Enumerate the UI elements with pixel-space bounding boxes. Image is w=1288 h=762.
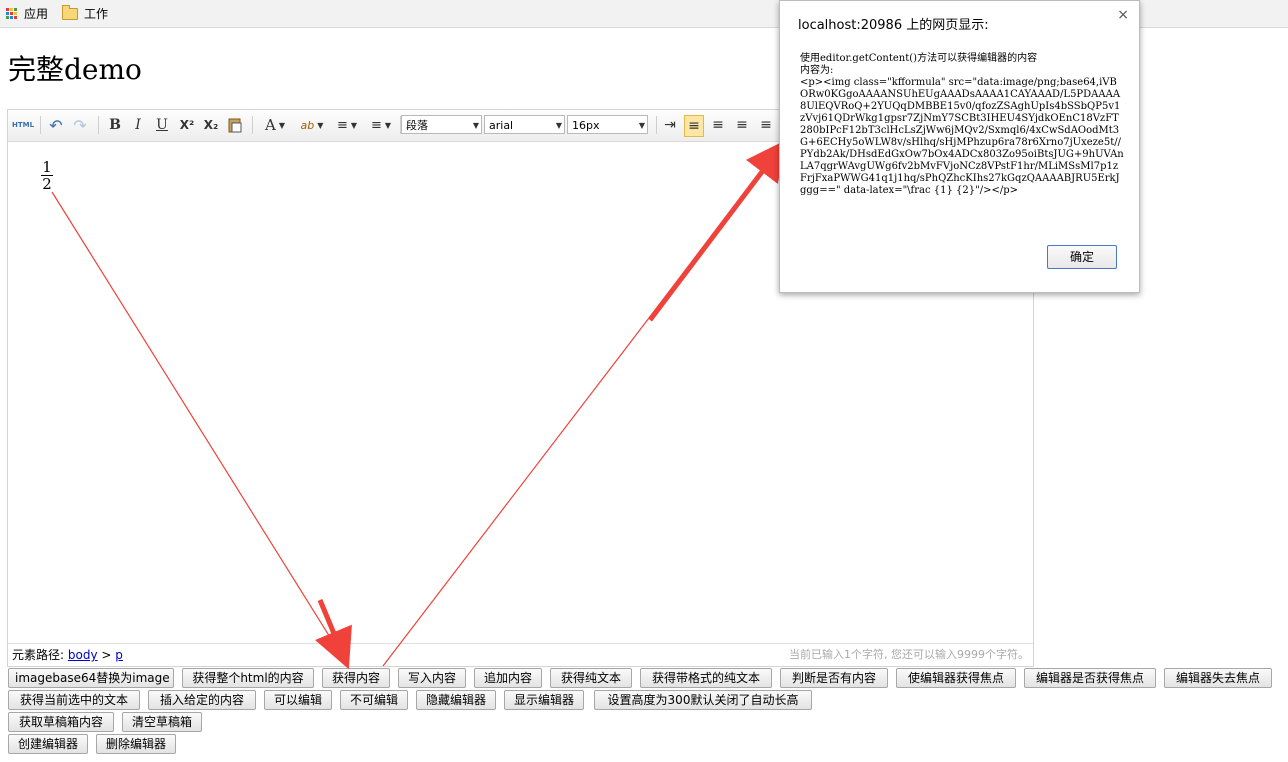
superscript-button[interactable]: X² [177, 115, 197, 135]
close-icon[interactable]: × [1117, 7, 1129, 23]
chevron-down-icon: ▼ [638, 121, 645, 130]
font-size-select[interactable]: 16px ▼ [567, 115, 648, 134]
chevron-down-icon: ▼ [384, 120, 392, 130]
btn-set-height[interactable]: 设置高度为300默认关闭了自动长高 [594, 690, 812, 710]
ok-button[interactable]: 确定 [1047, 245, 1117, 269]
dialog-title: localhost:20986 上的网页显示: [798, 18, 989, 33]
btn-set-content[interactable]: 写入内容 [398, 668, 466, 688]
btn-insert-html[interactable]: 插入给定的内容 [148, 690, 256, 710]
source-html-button[interactable]: HTML [12, 115, 34, 135]
btn-get-all-html[interactable]: 获得整个html的内容 [182, 668, 314, 688]
toolbar-divider [252, 116, 253, 134]
toolbar-divider [656, 116, 657, 134]
element-path-p-link[interactable]: p [115, 648, 123, 662]
page-title: 完整demo [8, 53, 142, 86]
bookmark-apps[interactable]: 应用 [6, 5, 48, 22]
btn-has-contents[interactable]: 判断是否有内容 [780, 668, 888, 688]
highlight-color-button[interactable]: ab ▼ [296, 115, 328, 135]
formula-fraction[interactable]: 1 2 [41, 159, 53, 192]
fraction-numerator: 1 [41, 158, 53, 176]
btn-get-content[interactable]: 获得内容 [322, 668, 390, 688]
subscript-button[interactable]: X₂ [201, 115, 221, 135]
btn-delete-editor[interactable]: 删除编辑器 [96, 734, 176, 754]
apps-grid-dot [10, 15, 13, 19]
editor-statusbar: 元素路径: body > p 当前已输入1个字符, 您还可以输入9999个字符。 [8, 643, 1033, 666]
apps-grid-dot [10, 7, 13, 11]
chevron-down-icon: ▼ [472, 121, 479, 130]
apps-grid-dot [14, 11, 17, 15]
font-color-label: A [265, 116, 276, 134]
chevron-down-icon: ▼ [350, 120, 358, 130]
align-justify-icon[interactable]: ≡ [756, 115, 776, 135]
bookmark-work-label: 工作 [84, 7, 109, 21]
apps-grid-dot [10, 11, 13, 15]
toolbar-divider [40, 116, 41, 134]
element-path-separator: > [101, 648, 112, 662]
paste-plain-icon[interactable] [226, 115, 244, 135]
indent-icon[interactable]: ⇥ [660, 115, 680, 135]
btn-image-base64[interactable]: imagebase64替换为image [8, 668, 174, 688]
apps-grid-dot [14, 15, 17, 19]
bookmark-folder-work[interactable]: 工作 [62, 4, 109, 22]
unordered-list-button[interactable]: ≡ ▼ [366, 115, 396, 135]
btn-set-focus[interactable]: 使编辑器获得焦点 [896, 668, 1016, 688]
chevron-down-icon: ▼ [278, 120, 285, 130]
element-path: 元素路径: body > p [12, 644, 123, 666]
btn-get-plain-text[interactable]: 获得纯文本 [550, 668, 632, 688]
apps-grid-dot [14, 7, 17, 11]
dialog-message: 使用editor.getContent()方法可以获得编辑器的内容 内容为: <… [800, 53, 1124, 196]
btn-show-editor[interactable]: 显示编辑器 [504, 690, 584, 710]
element-path-label: 元素路径: [12, 648, 65, 662]
italic-button[interactable]: I [129, 115, 147, 135]
char-count: 当前已输入1个字符, 您还可以输入9999个字符。 [789, 648, 1029, 661]
btn-is-focus[interactable]: 编辑器是否获得焦点 [1024, 668, 1156, 688]
folder-icon [62, 4, 79, 20]
chevron-down-icon: ▼ [555, 121, 562, 130]
alert-dialog: localhost:20986 上的网页显示: × 使用editor.getCo… [779, 0, 1140, 293]
apps-grid-dot [6, 7, 9, 11]
font-family-value: arial [489, 119, 514, 132]
apps-grid-dot [6, 15, 9, 19]
underline-button[interactable]: U [153, 115, 171, 135]
bold-button[interactable]: B [106, 115, 124, 135]
align-left-icon[interactable]: ≡ [684, 115, 704, 137]
align-right-icon[interactable]: ≡ [732, 115, 752, 135]
font-color-button[interactable]: A ▼ [260, 115, 290, 135]
align-center-icon[interactable]: ≡ [708, 115, 728, 135]
btn-clear-draft[interactable]: 清空草稿箱 [122, 712, 202, 732]
btn-get-draft[interactable]: 获取草稿箱内容 [8, 712, 114, 732]
toolbar-divider [98, 116, 99, 134]
apps-grid-icon [6, 7, 18, 20]
btn-append-content[interactable]: 追加内容 [474, 668, 542, 688]
paragraph-format-select[interactable]: 段落 ▼ [401, 115, 482, 134]
btn-blur[interactable]: 编辑器失去焦点 [1164, 668, 1272, 688]
font-family-select[interactable]: arial ▼ [484, 115, 565, 134]
font-size-value: 16px [572, 119, 600, 132]
redo-icon[interactable]: ↷ [70, 115, 90, 135]
paragraph-format-value: 段落 [406, 119, 428, 132]
bookmark-apps-label: 应用 [24, 7, 49, 21]
fraction-denominator: 2 [42, 175, 52, 193]
ordered-list-icon: ≡ [336, 117, 348, 133]
chevron-down-icon: ▼ [317, 120, 324, 130]
unordered-list-icon: ≡ [370, 117, 382, 133]
ordered-list-button[interactable]: ≡ ▼ [332, 115, 362, 135]
btn-hide-editor[interactable]: 隐藏编辑器 [416, 690, 496, 710]
element-path-body-link[interactable]: body [68, 648, 98, 662]
btn-get-selected-text[interactable]: 获得当前选中的文本 [8, 690, 140, 710]
undo-icon[interactable]: ↶ [46, 115, 66, 135]
apps-grid-dot [6, 11, 9, 15]
btn-create-editor[interactable]: 创建编辑器 [8, 734, 88, 754]
btn-get-formatted-text[interactable]: 获得带格式的纯文本 [640, 668, 772, 688]
btn-set-disabled[interactable]: 不可编辑 [340, 690, 408, 710]
btn-set-enabled[interactable]: 可以编辑 [264, 690, 332, 710]
highlighter-icon: ab [300, 118, 315, 132]
